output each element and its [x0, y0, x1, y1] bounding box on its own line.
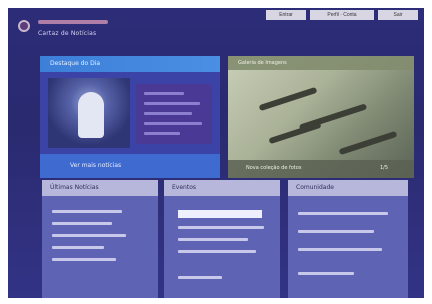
gallery-header: Galeria de Imagens — [228, 56, 414, 70]
featured-image[interactable] — [48, 78, 130, 148]
featured-panel[interactable]: Destaque do Dia Ver mais notícias — [40, 56, 220, 178]
featured-footer[interactable]: Ver mais notícias — [40, 154, 220, 178]
image-detail — [258, 86, 318, 112]
logout-button[interactable]: Sair — [378, 10, 418, 20]
list-item[interactable] — [178, 276, 222, 279]
gallery-footer: Nova coleção de fotos 1/5 — [228, 160, 414, 178]
list-item[interactable] — [298, 248, 382, 251]
logo-icon[interactable] — [18, 20, 30, 32]
info-line — [144, 102, 200, 105]
column-community: Comunidade — [288, 180, 408, 298]
featured-title: Destaque do Dia — [50, 60, 101, 67]
brand-mark — [38, 20, 108, 24]
list-item[interactable] — [178, 250, 256, 253]
list-item[interactable] — [52, 210, 122, 213]
site-title: Cartaz de Notícias — [38, 30, 97, 37]
list-item[interactable] — [52, 222, 112, 225]
profile-button[interactable]: Perfil · Conta — [310, 10, 374, 20]
list-item[interactable] — [298, 212, 388, 215]
person-figure-icon — [78, 92, 104, 138]
list-item[interactable] — [298, 230, 374, 233]
featured-info — [136, 84, 212, 144]
info-line — [144, 112, 192, 115]
gallery-counter: 1/5 — [380, 165, 389, 171]
app-screen: Cartaz de Notícias Entrar Perfil · Conta… — [8, 8, 424, 298]
list-item[interactable] — [178, 226, 264, 229]
list-item[interactable] — [52, 234, 126, 237]
gallery-title: Galeria de Imagens — [238, 60, 287, 66]
column-title: Comunidade — [296, 184, 334, 191]
column-title: Eventos — [172, 184, 196, 191]
list-item[interactable] — [52, 258, 116, 261]
gallery-panel[interactable]: Galeria de Imagens Nova coleção de fotos… — [228, 56, 414, 178]
image-detail — [338, 130, 398, 156]
gallery-caption: Nova coleção de fotos — [246, 165, 302, 171]
column-events: Eventos — [164, 180, 280, 298]
event-highlight[interactable] — [178, 210, 262, 218]
image-detail — [268, 121, 322, 145]
info-line — [144, 92, 184, 95]
featured-caption: Ver mais notícias — [70, 162, 122, 169]
column-header: Últimas Notícias — [42, 180, 158, 196]
info-line — [144, 122, 202, 125]
list-item[interactable] — [52, 246, 104, 249]
column-header: Eventos — [164, 180, 280, 196]
column-title: Últimas Notícias — [50, 184, 99, 191]
column-news: Últimas Notícias — [42, 180, 158, 298]
login-button[interactable]: Entrar — [266, 10, 306, 20]
info-line — [144, 132, 180, 135]
column-header: Comunidade — [288, 180, 408, 196]
list-item[interactable] — [178, 238, 248, 241]
list-item[interactable] — [298, 272, 354, 275]
featured-header: Destaque do Dia — [40, 56, 220, 72]
